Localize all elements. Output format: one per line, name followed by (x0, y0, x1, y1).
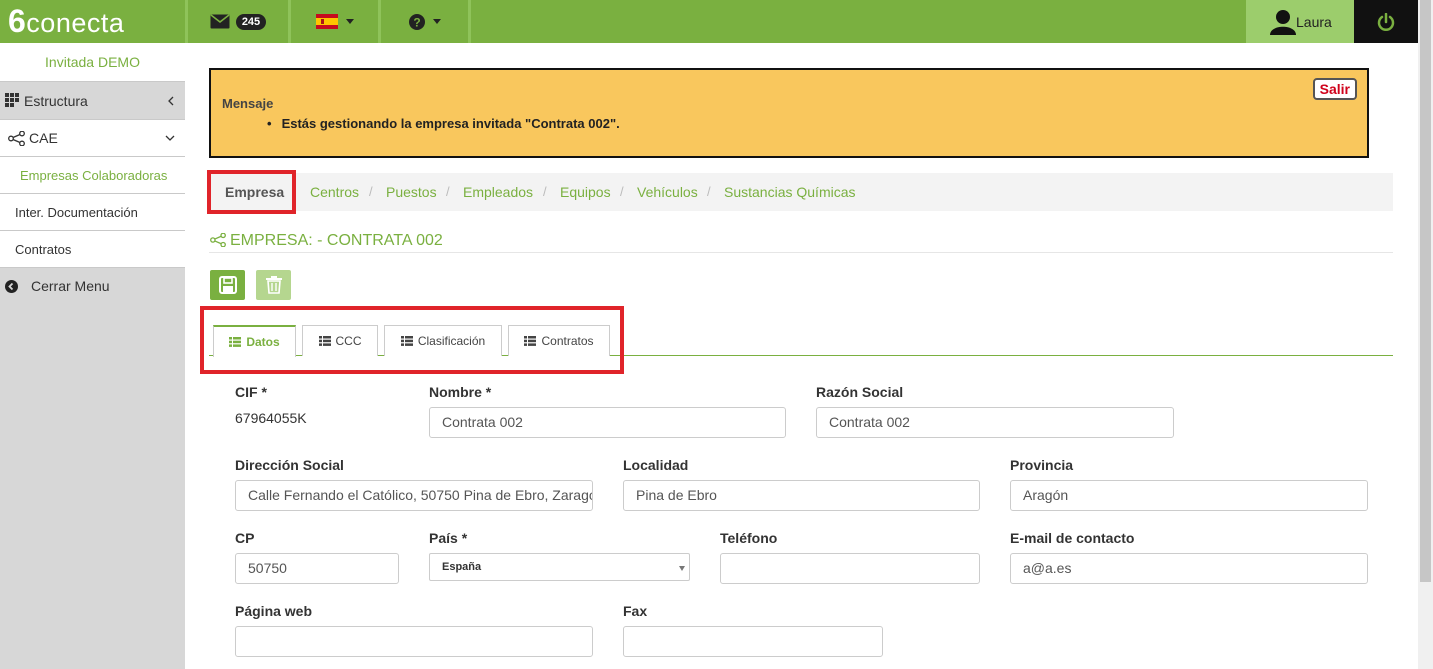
section-nav-separator: / (369, 184, 373, 199)
pais-select[interactable]: España (429, 553, 690, 581)
telefono-input[interactable] (720, 553, 980, 584)
delete-button[interactable] (256, 270, 291, 300)
localidad-label: Localidad (623, 457, 689, 473)
messages-button[interactable]: 245 (188, 0, 288, 43)
sidebar-item-cae[interactable]: CAE (0, 120, 185, 157)
sidebar-account: Invitada DEMO (0, 43, 185, 82)
logout-button[interactable] (1354, 0, 1418, 43)
section-nav-separator: / (543, 184, 547, 199)
localidad-input[interactable]: Pina de Ebro (623, 480, 980, 511)
pagina-web-input[interactable] (235, 626, 593, 657)
sidebar-item-label: CAE (29, 130, 58, 146)
alert-message: • Estás gestionando la empresa invitada "… (267, 116, 620, 131)
section-nav-empleados[interactable]: Empleados (463, 184, 533, 200)
user-icon (1270, 9, 1296, 35)
section-nav-centros[interactable]: Centros (310, 184, 359, 200)
section-nav-equipos[interactable]: Equipos (560, 184, 611, 200)
pagina-web-label: Página web (235, 603, 313, 619)
sidebar-item-label: Empresas Colaboradoras (20, 167, 168, 183)
help-menu-button[interactable]: ? (381, 0, 468, 43)
alert-title: Mensaje (222, 96, 274, 111)
pais-label: País * (429, 530, 468, 546)
highlight-box (200, 306, 624, 374)
email-input[interactable]: a@a.es (1010, 553, 1368, 584)
nombre-input[interactable]: Contrata 002 (429, 407, 786, 438)
email-label: E-mail de contacto (1010, 530, 1135, 546)
chevron-down-icon (345, 19, 354, 24)
cp-label: CP (235, 530, 255, 546)
envelope-icon (210, 14, 230, 29)
chevron-left-icon (168, 96, 174, 105)
svg-text:?: ? (413, 15, 420, 29)
trash-icon (265, 276, 282, 294)
floppy-disk-icon (218, 276, 237, 294)
exit-button[interactable]: Salir (1312, 78, 1357, 100)
cif-value: 67964055K (235, 410, 307, 426)
language-selector[interactable] (291, 0, 378, 43)
chevron-down-icon (679, 566, 685, 571)
sidebar-item-label: Estructura (24, 92, 88, 109)
sidebar-item-empresas-colaboradoras[interactable]: Empresas Colaboradoras (0, 157, 185, 194)
sidebar-item-inter-documentacion[interactable]: Inter. Documentación (0, 194, 185, 231)
power-icon (1377, 12, 1395, 31)
topbar-divider (468, 0, 471, 43)
telefono-label: Teléfono (720, 530, 778, 546)
highlight-box (207, 170, 296, 214)
spain-flag-icon (315, 14, 338, 29)
divider (209, 252, 1393, 253)
chevron-down-icon (165, 135, 175, 141)
sidebar-close-menu[interactable]: Cerrar Menu (0, 268, 185, 304)
save-button[interactable] (210, 270, 245, 300)
section-nav-separator: / (707, 184, 711, 199)
logo-mark: 6 (8, 3, 27, 39)
share-icon (8, 130, 25, 146)
page-scrollbar-thumb[interactable] (1420, 0, 1431, 582)
pais-selected-value: España (442, 561, 482, 573)
sidebar-item-contratos[interactable]: Contratos (0, 231, 185, 268)
fax-label: Fax (623, 603, 648, 619)
alert-message-text: Estás gestionando la empresa invitada "C… (281, 116, 620, 131)
user-menu[interactable]: Laura (1246, 0, 1354, 43)
question-circle-icon: ? (408, 13, 425, 30)
fax-input[interactable] (623, 626, 883, 657)
sidebar-item-label: Contratos (15, 241, 72, 257)
section-nav-separator: / (446, 184, 450, 199)
sidebar-item-label: Cerrar Menu (31, 278, 110, 294)
nombre-label: Nombre * (429, 384, 492, 400)
sidebar-item-label: Inter. Documentación (15, 204, 138, 220)
section-nav-vehiculos[interactable]: Vehículos (637, 184, 698, 200)
app-logo[interactable]: 6conecta (0, 0, 185, 43)
cif-label: CIF * (235, 384, 267, 400)
provincia-input[interactable]: Aragón (1010, 480, 1368, 511)
section-nav-puestos[interactable]: Puestos (386, 184, 437, 200)
cp-input[interactable]: 50750 (235, 553, 399, 584)
provincia-label: Provincia (1010, 457, 1074, 473)
guest-company-alert: Mensaje • Estás gestionando la empresa in… (209, 68, 1369, 158)
direccion-social-input[interactable]: Calle Fernando el Católico, 50750 Pina d… (235, 480, 593, 511)
section-nav-separator: / (620, 184, 624, 199)
account-name: Invitada DEMO (45, 54, 140, 70)
page-title: EMPRESA: - CONTRATA 002 (230, 232, 443, 249)
logo-text: conecta (26, 8, 125, 38)
circle-arrow-left-icon (5, 279, 18, 293)
grid-icon (5, 93, 19, 107)
share-icon (210, 233, 226, 247)
chevron-down-icon (432, 19, 441, 24)
user-name: Laura (1296, 13, 1332, 30)
razon-social-label: Razón Social (816, 384, 904, 400)
messages-count-badge: 245 (235, 13, 267, 30)
section-nav-sustancias-quimicas[interactable]: Sustancias Químicas (724, 184, 856, 200)
razon-social-input[interactable]: Contrata 002 (816, 407, 1174, 438)
direccion-social-label: Dirección Social (235, 457, 344, 473)
sidebar-item-estructura[interactable]: Estructura (0, 82, 185, 120)
